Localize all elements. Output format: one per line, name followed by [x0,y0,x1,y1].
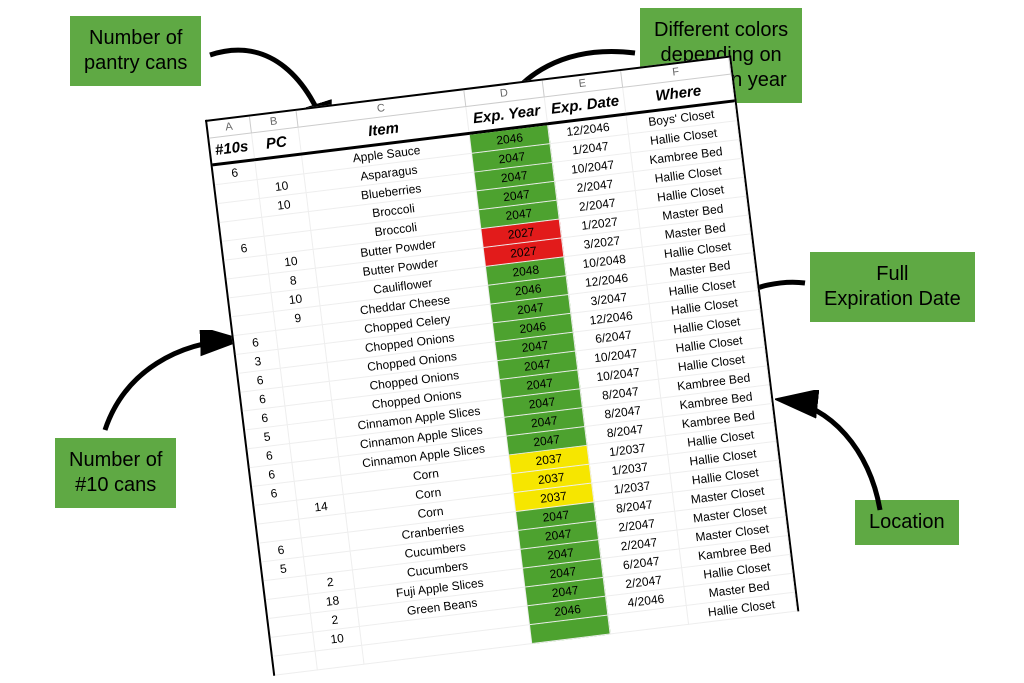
header-10s: #10s [209,133,255,163]
spreadsheet: A B C D E F #10s PC Item Exp. Year Exp. … [205,55,799,675]
arrow-to-10s-column [95,330,255,450]
callout-number-10-cans: Number of #10 cans [55,438,176,508]
header-pc: PC [252,128,302,159]
callout-location: Location [855,500,959,545]
data-rows-container: 6Apple Sauce204612/2046Boys' Closet10Asp… [213,102,798,675]
cell [273,651,318,675]
callout-full-exp-date: Full Expiration Date [810,252,975,322]
callout-pantry-cans: Number of pantry cans [70,16,201,86]
